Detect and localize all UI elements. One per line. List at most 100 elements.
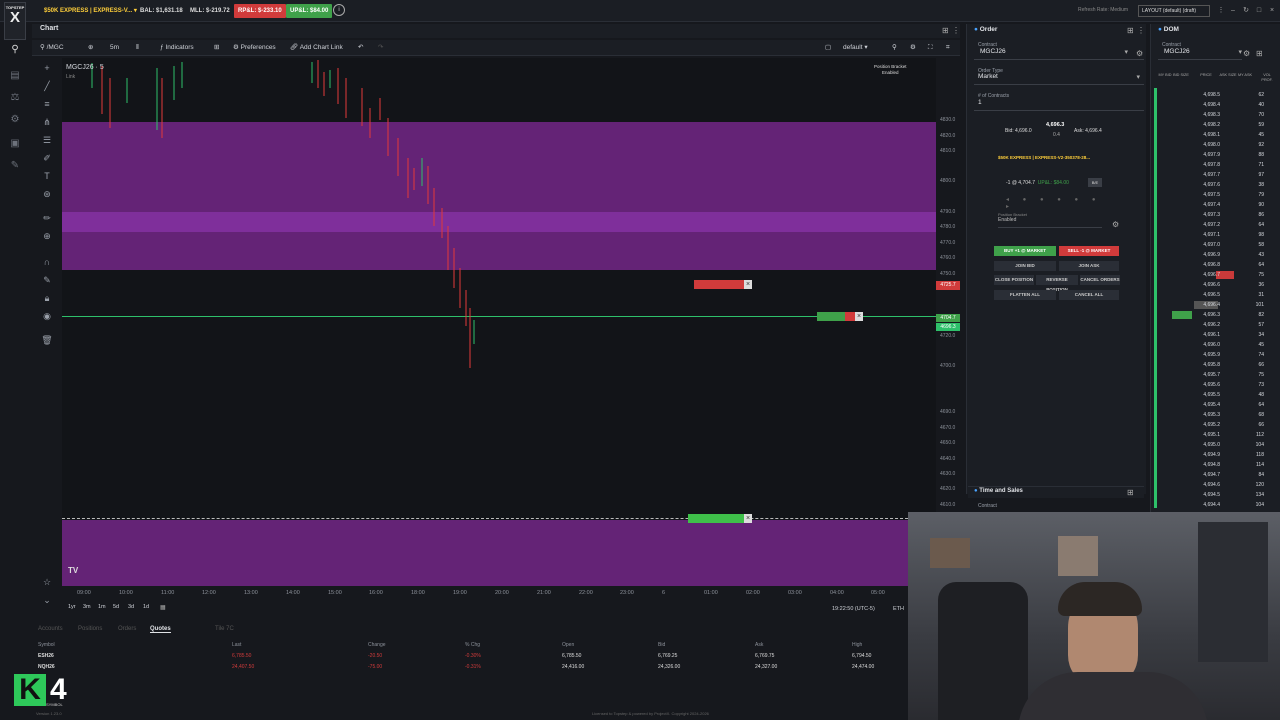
dom-row[interactable]: 4,696.2 57 [1154,320,1278,330]
reverse-position-button[interactable]: REVERSE POSITION [1036,275,1078,292]
position-close-icon[interactable]: × [855,312,863,321]
tab-chart[interactable]: Chart [40,25,58,32]
brush-icon[interactable]: ✐ [36,152,58,164]
dom-row[interactable]: 4,697.2 64 [1154,220,1278,230]
dom-row[interactable]: 4,695.8 66 [1154,360,1278,370]
trash-icon[interactable]: 🗑︎ [36,334,58,346]
stop-order-close-icon[interactable]: × [744,280,752,289]
dom-row[interactable]: 4,697.0 58 [1154,240,1278,250]
refresh-rate[interactable]: Refresh Rate: Medium [1078,7,1128,13]
order-account-selector[interactable]: $50K EXPRESS | EXPRESS-V2-350378-28... [998,153,1116,163]
calendar-icon[interactable]: ▦ [160,604,166,611]
cancel-orders-button[interactable]: CANCEL ORDERS [1080,275,1120,285]
square-icon[interactable]: ▢ [825,42,831,54]
dom-row[interactable]: 4,696.0 45 [1154,340,1278,350]
dom-row[interactable]: 4,696.6 36 [1154,280,1278,290]
position-tag[interactable] [817,312,845,321]
magnet-icon[interactable]: ∩ [36,256,58,268]
settings-icon[interactable]: ⚙ [910,42,916,54]
layout-selector[interactable]: LAYOUT (default) (draft) [1138,5,1210,17]
target-order-tag[interactable] [688,514,744,523]
sell-market-button[interactable]: SELL -1 @ MARKET [1059,246,1119,256]
template-selector[interactable]: default ▾ [843,42,868,54]
dom-row[interactable]: 4,698.2 59 [1154,120,1278,130]
dom-row[interactable]: 4,694.9 118 [1154,450,1278,460]
dom-row[interactable]: 4,697.7 97 [1154,170,1278,180]
lock-icon[interactable]: 🔒︎ [36,292,58,304]
fullscreen-icon[interactable]: ⛶ [928,42,933,54]
stop-order-tag[interactable] [694,280,744,289]
pattern-icon[interactable]: ⊛ [36,188,58,200]
dom-row[interactable]: 4,697.6 38 [1154,180,1278,190]
lines-icon[interactable]: ≡ [36,98,58,110]
layout-grid-icon[interactable]: ⊞ [214,42,219,54]
ask-price[interactable]: Ask: 4,696.4 [1074,128,1102,134]
ruler-icon[interactable]: ✏ [36,212,58,224]
dom-row[interactable]: 4,696.9 43 [1154,250,1278,260]
topstep-logo[interactable]: TOPSTEP X [4,2,26,40]
fib-icon[interactable]: ☰ [36,134,58,146]
tab-orders[interactable]: Orders [118,626,136,632]
dom-row[interactable]: 4,695.7 75 [1154,370,1278,380]
qty-input[interactable]: 1 [974,99,1144,111]
tab-order[interactable]: ● Order [974,26,997,33]
target-order-close-icon[interactable]: × [744,514,752,523]
order-settings-icon[interactable]: ⚙ [1136,49,1143,58]
indicators-button[interactable]: ƒ Indicators [160,42,194,54]
dom-row[interactable]: 4,697.9 88 [1154,150,1278,160]
dom-row[interactable]: 4,694.4 104 [1154,500,1278,510]
sidebar-icon-1[interactable]: ▤ [7,70,23,84]
order-add-icon[interactable]: ⊞ [1127,26,1134,35]
maximize-icon[interactable]: □ [1254,6,1264,16]
bracket-selector[interactable]: Position Bracket Enabled [998,212,1102,228]
dom-row[interactable]: 4,698.1 45 [1154,130,1278,140]
dom-row[interactable]: 4,698.3 70 [1154,110,1278,120]
breakeven-button[interactable]: B/E [1088,178,1102,187]
join-bid-button[interactable]: JOIN BID [994,261,1056,271]
dom-row[interactable]: 4,696.5 31 [1154,290,1278,300]
tab-time-sales[interactable]: ● Time and Sales [974,488,1023,494]
sidebar-icon-3[interactable]: ⚙ [7,114,23,128]
chart-type-icon[interactable]: ⫴ [136,42,139,54]
quantity-presets[interactable]: ◂ ● ● ● ● ● ▸ [1006,196,1110,210]
dom-row[interactable]: 4,697.4 90 [1154,200,1278,210]
order-type-selector[interactable]: Market ▾ [974,73,1144,85]
range-button-5d[interactable]: 5d [113,604,119,610]
dom-row[interactable]: 4,696.7 75 [1154,270,1278,280]
contract-selector[interactable]: MGCJ26 ▾ [974,48,1144,60]
dom-row[interactable]: 4,697.3 86 [1154,210,1278,220]
redo-icon[interactable]: ↷ [378,42,383,54]
dom-center-icon[interactable]: ⊞ [1256,49,1263,58]
chart-clock[interactable]: 19:22:50 (UTC-5) [832,606,875,612]
close-icon[interactable]: × [1267,6,1277,16]
bracket-settings-icon[interactable]: ⚙ [1112,220,1119,229]
info-icon[interactable]: i [333,4,345,16]
tab-accounts[interactable]: Accounts [38,626,63,632]
tab-dom[interactable]: ● DOM [1158,26,1179,33]
range-button-3m[interactable]: 3m [83,604,91,610]
collapse-icon[interactable]: ⌄ [36,594,58,606]
dom-row[interactable]: 4,695.6 73 [1154,380,1278,390]
pitchfork-icon[interactable]: ⋔ [36,116,58,128]
crosshair-icon[interactable]: + [36,62,58,74]
window-menu-icon[interactable]: ⋮ [1216,6,1226,16]
dom-row[interactable]: 4,695.2 66 [1154,420,1278,430]
dom-row[interactable]: 4,696.3 82 [1154,310,1278,320]
account-selector[interactable]: $50K EXPRESS | EXPRESS-V... ▾ [40,4,141,18]
tab-tile-7c[interactable]: Tile 7C [215,626,234,632]
interval-button[interactable]: 5m [110,42,119,54]
dom-row[interactable]: 4,697.5 79 [1154,190,1278,200]
zoom-icon[interactable]: ⊕ [36,230,58,242]
symbol-search[interactable]: ⚲ /MGC [40,42,64,54]
cancel-all-button[interactable]: CANCEL ALL [1059,290,1119,300]
bid-price[interactable]: Bid: 4,696.0 [1005,128,1032,134]
join-ask-button[interactable]: JOIN ASK [1059,261,1119,271]
dom-row[interactable]: 4,694.7 84 [1154,470,1278,480]
sidebar-icon-2[interactable]: ⚖ [7,92,23,106]
time-sales-add-icon[interactable]: ⊞ [1127,488,1134,497]
dom-row[interactable]: 4,696.8 64 [1154,260,1278,270]
dom-row[interactable]: 4,694.5 134 [1154,490,1278,500]
text-icon[interactable]: T [36,170,58,182]
dom-row[interactable]: 4,695.9 74 [1154,350,1278,360]
add-panel-icon[interactable]: ⊞ [942,26,949,35]
